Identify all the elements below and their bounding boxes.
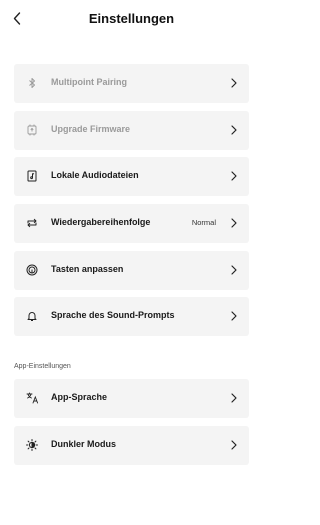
- bell-icon: [25, 309, 39, 323]
- settings-item-label: App-Sprache: [51, 392, 108, 402]
- settings-item-label: Sprache des Sound-Prompts: [51, 310, 175, 320]
- settings-item-label: Wiedergabereihenfolge: [51, 217, 151, 227]
- translate-icon: [25, 391, 39, 405]
- settings-item-multipoint-pairing[interactable]: Multipoint Pairing: [14, 64, 249, 103]
- settings-item-playback-order[interactable]: Wiedergabereihenfolge Normal: [14, 204, 249, 243]
- playback-order-value: Normal: [191, 218, 216, 227]
- section-title-app-settings: App-Einstellungen: [14, 363, 71, 370]
- settings-item-label: Upgrade Firmware: [51, 124, 131, 134]
- chevron-right-icon: [230, 310, 238, 322]
- repeat-icon: [25, 216, 39, 230]
- chevron-right-icon: [230, 124, 238, 136]
- settings-item-dark-mode[interactable]: Dunkler Modus: [14, 426, 249, 465]
- chevron-right-icon: [230, 170, 238, 182]
- chevron-right-icon: [230, 217, 238, 229]
- settings-item-label: Lokale Audiodateien: [51, 170, 139, 180]
- chevron-right-icon: [230, 392, 238, 404]
- settings-item-customize-buttons[interactable]: Tasten anpassen: [14, 251, 249, 290]
- music-file-icon: [25, 169, 39, 183]
- settings-item-sound-prompt-language[interactable]: Sprache des Sound-Prompts: [14, 297, 249, 336]
- chevron-right-icon: [230, 264, 238, 276]
- page-title: Einstellungen: [88, 11, 175, 26]
- header-bar: Einstellungen: [0, 0, 263, 40]
- settings-item-upgrade-firmware[interactable]: Upgrade Firmware: [14, 111, 249, 150]
- settings-item-label: Tasten anpassen: [51, 264, 124, 274]
- settings-item-app-language[interactable]: App-Sprache: [14, 379, 249, 418]
- touch-icon: [25, 263, 39, 277]
- sun-moon-icon: [25, 438, 39, 452]
- settings-item-label: Dunkler Modus: [51, 439, 117, 449]
- firmware-chip-icon: [25, 123, 39, 137]
- settings-item-label: Multipoint Pairing: [51, 77, 127, 87]
- bluetooth-icon: [25, 76, 39, 90]
- settings-item-local-audio-files[interactable]: Lokale Audiodateien: [14, 157, 249, 196]
- chevron-right-icon: [230, 439, 238, 451]
- chevron-right-icon: [230, 77, 238, 89]
